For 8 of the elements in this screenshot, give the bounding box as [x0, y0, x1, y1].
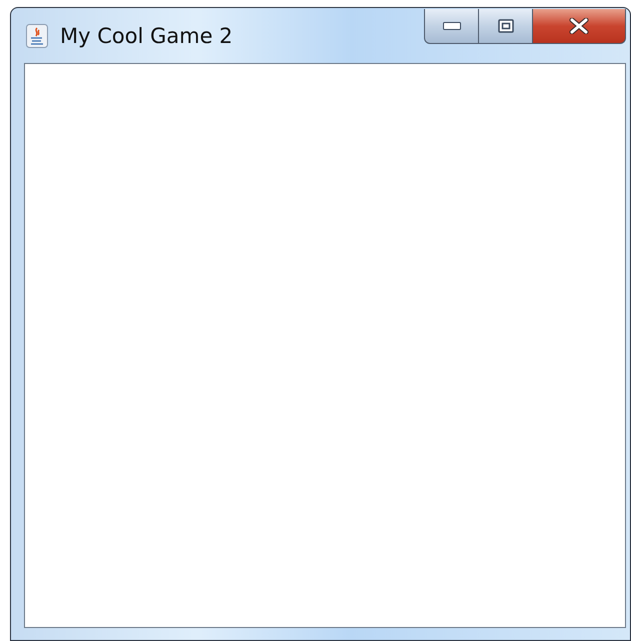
window-title: My Cool Game 2: [60, 24, 233, 48]
close-icon: [569, 18, 589, 34]
minimize-button[interactable]: [424, 9, 479, 44]
minimize-icon: [442, 22, 460, 30]
maximize-icon: [498, 19, 514, 33]
cup-icon: [26, 24, 48, 48]
maximize-button[interactable]: [479, 9, 533, 44]
close-button[interactable]: [533, 9, 626, 44]
